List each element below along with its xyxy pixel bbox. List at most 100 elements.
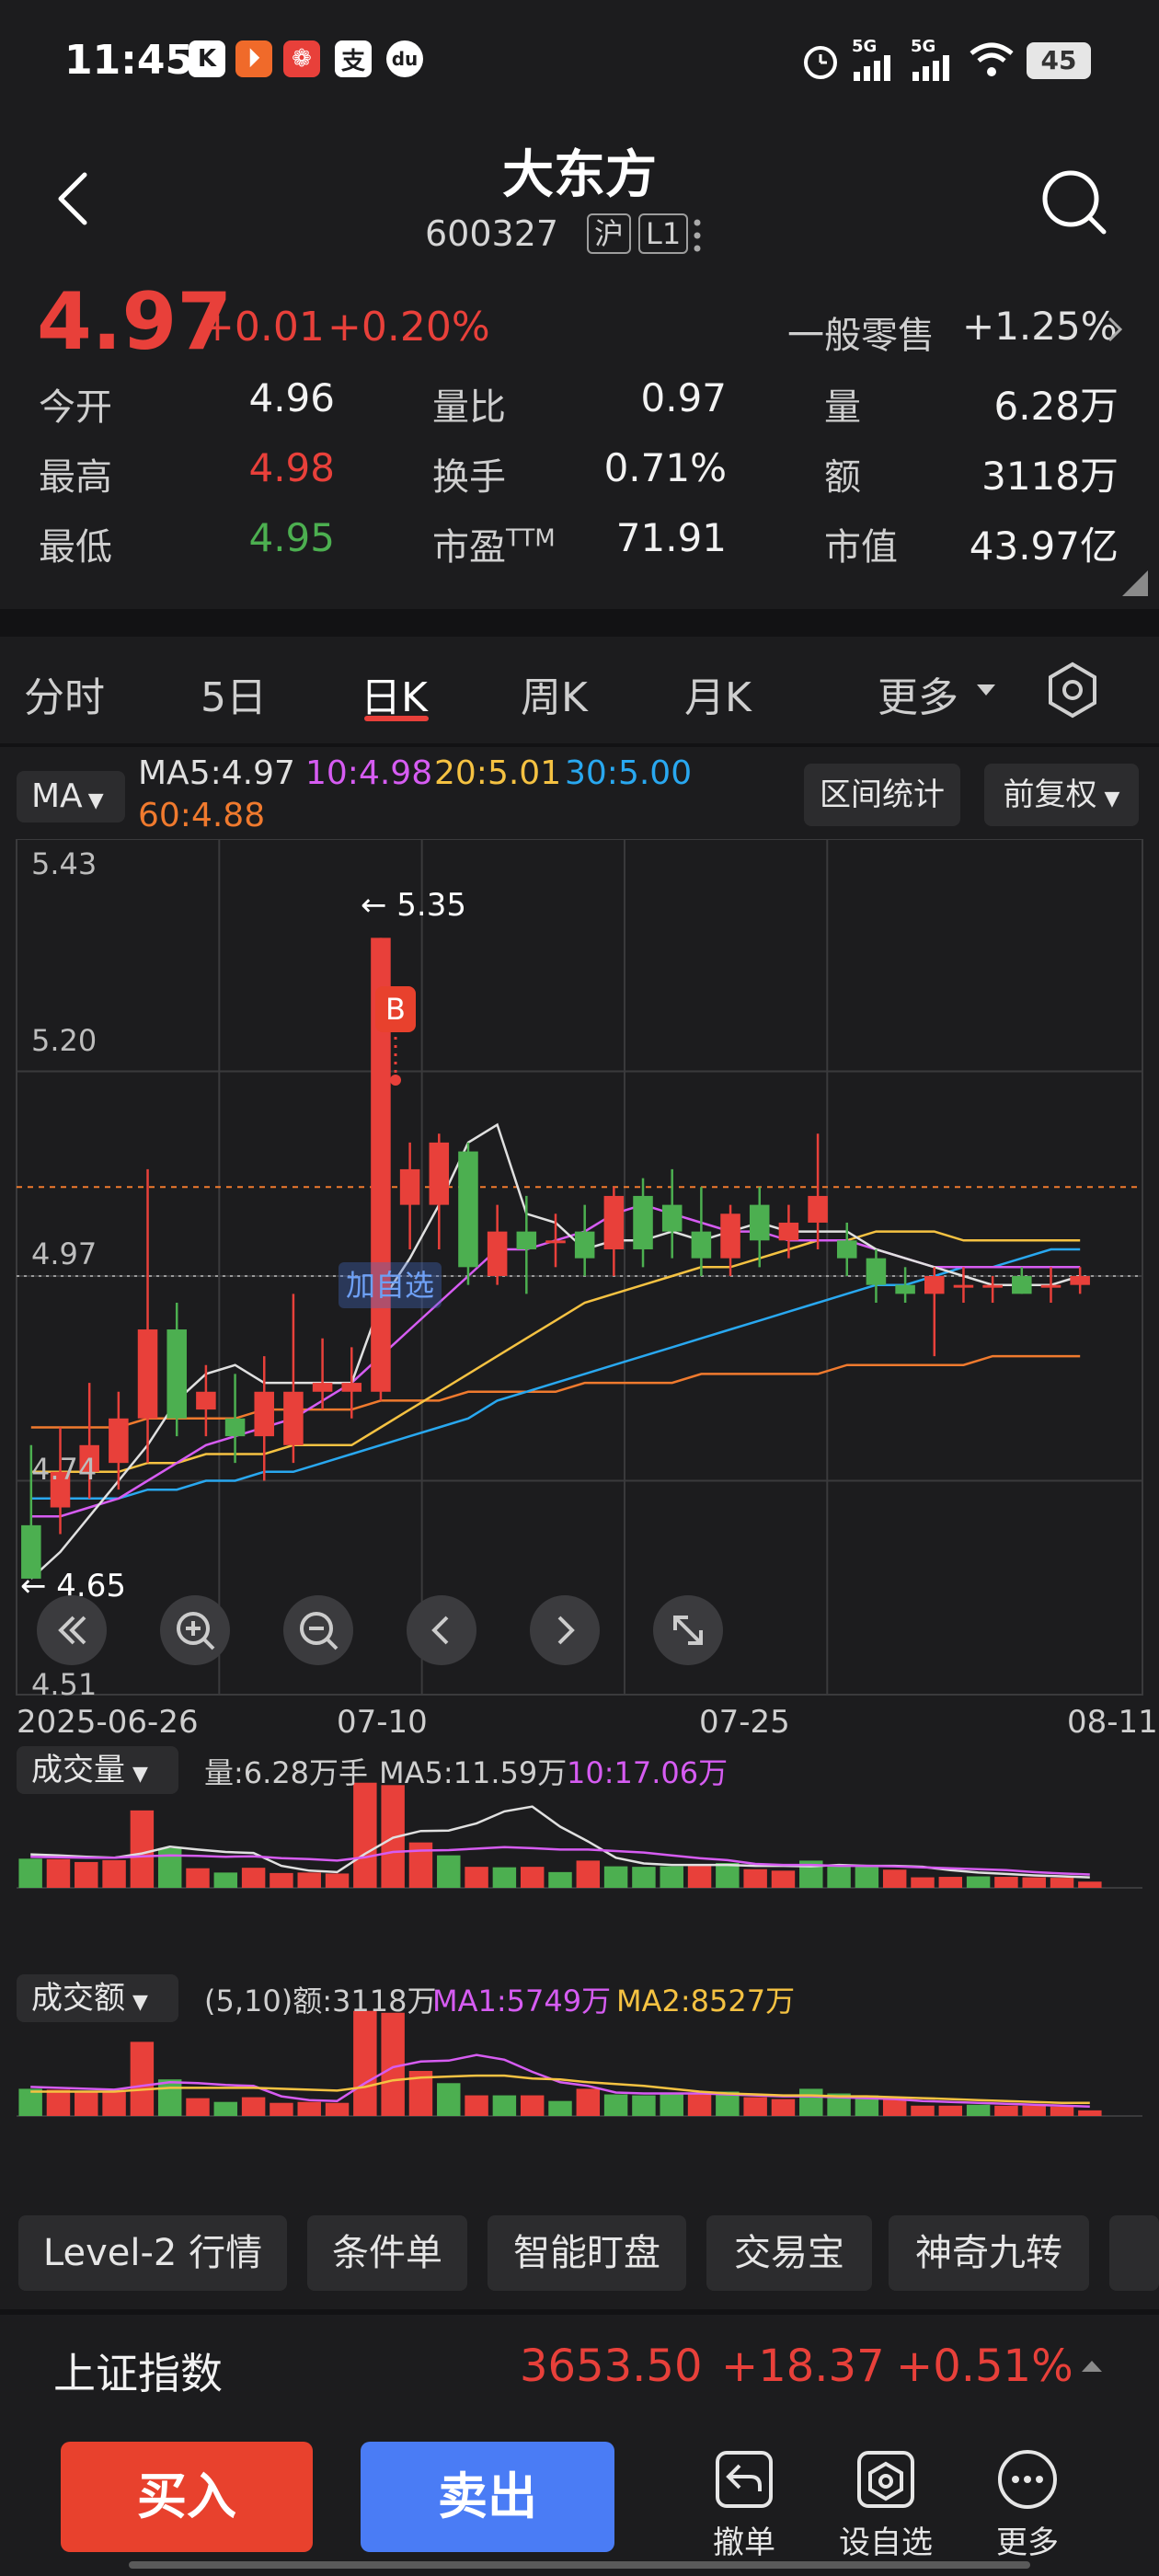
back-arrow-icon[interactable]	[48, 166, 103, 230]
caret-down-icon[interactable]	[975, 683, 997, 699]
cancel-order-label[interactable]: 撤单	[689, 2517, 799, 2562]
sector-change[interactable]: +1.25%	[962, 304, 1118, 349]
level2-button[interactable]: Level-2 行情	[18, 2215, 287, 2291]
more-label[interactable]: 更多	[972, 2517, 1083, 2562]
candle-body	[1070, 1276, 1090, 1285]
amount-bar	[18, 2088, 42, 2116]
amount-bar	[771, 2099, 796, 2116]
rewind-button[interactable]	[37, 1595, 107, 1665]
amount-bar	[994, 2105, 1018, 2116]
caret-up-icon[interactable]	[1080, 2357, 1104, 2374]
volume-indicator-select[interactable]: 成交量 ▼	[17, 1746, 178, 1794]
tab-5day[interactable]: 5日	[201, 664, 267, 723]
status-bar: 11:45 K ⏵ ❁ 支 du 5G 5G 45	[0, 0, 1159, 120]
amount-bar	[520, 2095, 545, 2116]
index-value: 3653.50	[520, 2340, 703, 2392]
candle-body	[1012, 1276, 1032, 1294]
scroll-left-button[interactable]	[407, 1595, 476, 1665]
amount-indicator-select[interactable]: 成交额 ▼	[17, 1974, 178, 2022]
candle-body	[895, 1284, 915, 1294]
tab-monthly-k[interactable]: 月K	[684, 664, 752, 723]
more-feature-button[interactable]	[1109, 2215, 1159, 2291]
tab-daily-k[interactable]: 日K	[361, 664, 428, 723]
volume-value: 6.28万	[993, 384, 1119, 429]
smart-watch-button[interactable]: 智能盯盘	[488, 2215, 686, 2291]
high-value: 4.98	[248, 445, 335, 490]
range-stats-button[interactable]: 区间统计	[804, 764, 960, 826]
volume-bar	[687, 1866, 712, 1888]
cancel-order-icon[interactable]	[712, 2447, 776, 2512]
add-watchlist-icon[interactable]	[854, 2447, 918, 2512]
candle-body	[633, 1195, 653, 1249]
amount-bar	[576, 2088, 601, 2116]
more-dots-icon[interactable]	[692, 217, 703, 254]
candle-body	[109, 1418, 129, 1464]
candle-body	[691, 1231, 712, 1259]
volume-bar	[157, 1847, 182, 1888]
kline-ma20-line	[30, 1230, 1081, 1474]
volume-ratio-value: 0.97	[640, 375, 727, 420]
volume-bar	[603, 1866, 628, 1888]
chevron-right-icon[interactable]	[1104, 313, 1126, 346]
amount-bar	[437, 2083, 461, 2116]
tab-intraday[interactable]: 分时	[24, 664, 105, 723]
candle-body	[196, 1391, 216, 1410]
candle-body	[283, 1391, 304, 1445]
app-flower-icon: ❁	[283, 40, 320, 77]
amount-ma1-info: MA1:5749万	[432, 1984, 612, 2018]
buy-button[interactable]: 买入	[61, 2442, 313, 2552]
stock-code: 600327	[425, 213, 559, 254]
divider	[0, 2309, 1159, 2315]
volume-bar	[882, 1869, 907, 1888]
amount-bar	[325, 2102, 350, 2116]
volume-bar	[213, 1872, 238, 1888]
fullscreen-button[interactable]	[653, 1595, 723, 1665]
amount-bar	[465, 2095, 488, 2116]
amount-value: 3118万	[981, 454, 1119, 499]
more-icon[interactable]	[995, 2447, 1060, 2512]
conditional-order-button[interactable]: 条件单	[307, 2215, 467, 2291]
kline-markers	[390, 1029, 401, 1086]
amount-bar	[660, 2094, 683, 2116]
scroll-right-button[interactable]	[530, 1595, 600, 1665]
trade-treasure-button[interactable]: 交易宝	[706, 2215, 872, 2291]
signal-icon-1	[854, 55, 890, 81]
volume-bar	[576, 1860, 601, 1888]
adjust-select[interactable]: 前复权 ▼	[984, 764, 1139, 826]
magic-nine-button[interactable]: 神奇九转	[889, 2215, 1089, 2291]
amount-bar	[743, 2097, 767, 2116]
amount-bar	[75, 2092, 98, 2116]
open-label: 今开	[39, 386, 112, 429]
amount-bar	[603, 2094, 628, 2116]
tab-more[interactable]: 更多	[878, 664, 958, 723]
tab-weekly-k[interactable]: 周K	[521, 664, 588, 723]
volume-bar	[716, 1862, 740, 1888]
volume-bar	[966, 1876, 991, 1888]
amount-bar	[102, 2090, 126, 2116]
kline-ma-lines	[29, 1122, 1081, 1580]
settings-hexagon-icon[interactable]	[1043, 661, 1102, 719]
x-label-2: 07-10	[337, 1704, 428, 1741]
price-change: +0.01	[201, 304, 325, 351]
volume-bar	[520, 1867, 545, 1888]
amount-bar	[799, 2088, 823, 2116]
search-icon[interactable]	[1038, 166, 1111, 239]
ma-indicator-select[interactable]: MA ▼	[17, 771, 125, 822]
sell-button[interactable]: 卖出	[361, 2442, 614, 2552]
turnover-value: 0.71%	[603, 445, 727, 490]
index-name[interactable]: 上证指数	[53, 2340, 223, 2401]
kline-ma5-line	[29, 1122, 1081, 1580]
expand-corner-icon[interactable]	[1122, 570, 1148, 596]
volume-bar	[465, 1867, 488, 1888]
buy-signal-badge[interactable]: B	[375, 986, 416, 1032]
amount-bar	[548, 2100, 572, 2116]
volume-bar	[771, 1870, 796, 1888]
candle-body	[341, 1383, 362, 1392]
zoom-out-button[interactable]	[283, 1595, 353, 1665]
add-watchlist-label[interactable]: 设自选	[831, 2517, 941, 2562]
ma20-label: 20:5.01	[434, 754, 562, 792]
zoom-in-button[interactable]	[160, 1595, 230, 1665]
candle-body	[866, 1258, 887, 1285]
sector-name[interactable]: 一般零售	[787, 305, 935, 359]
add-watch-marker[interactable]: 加自选	[339, 1262, 442, 1308]
